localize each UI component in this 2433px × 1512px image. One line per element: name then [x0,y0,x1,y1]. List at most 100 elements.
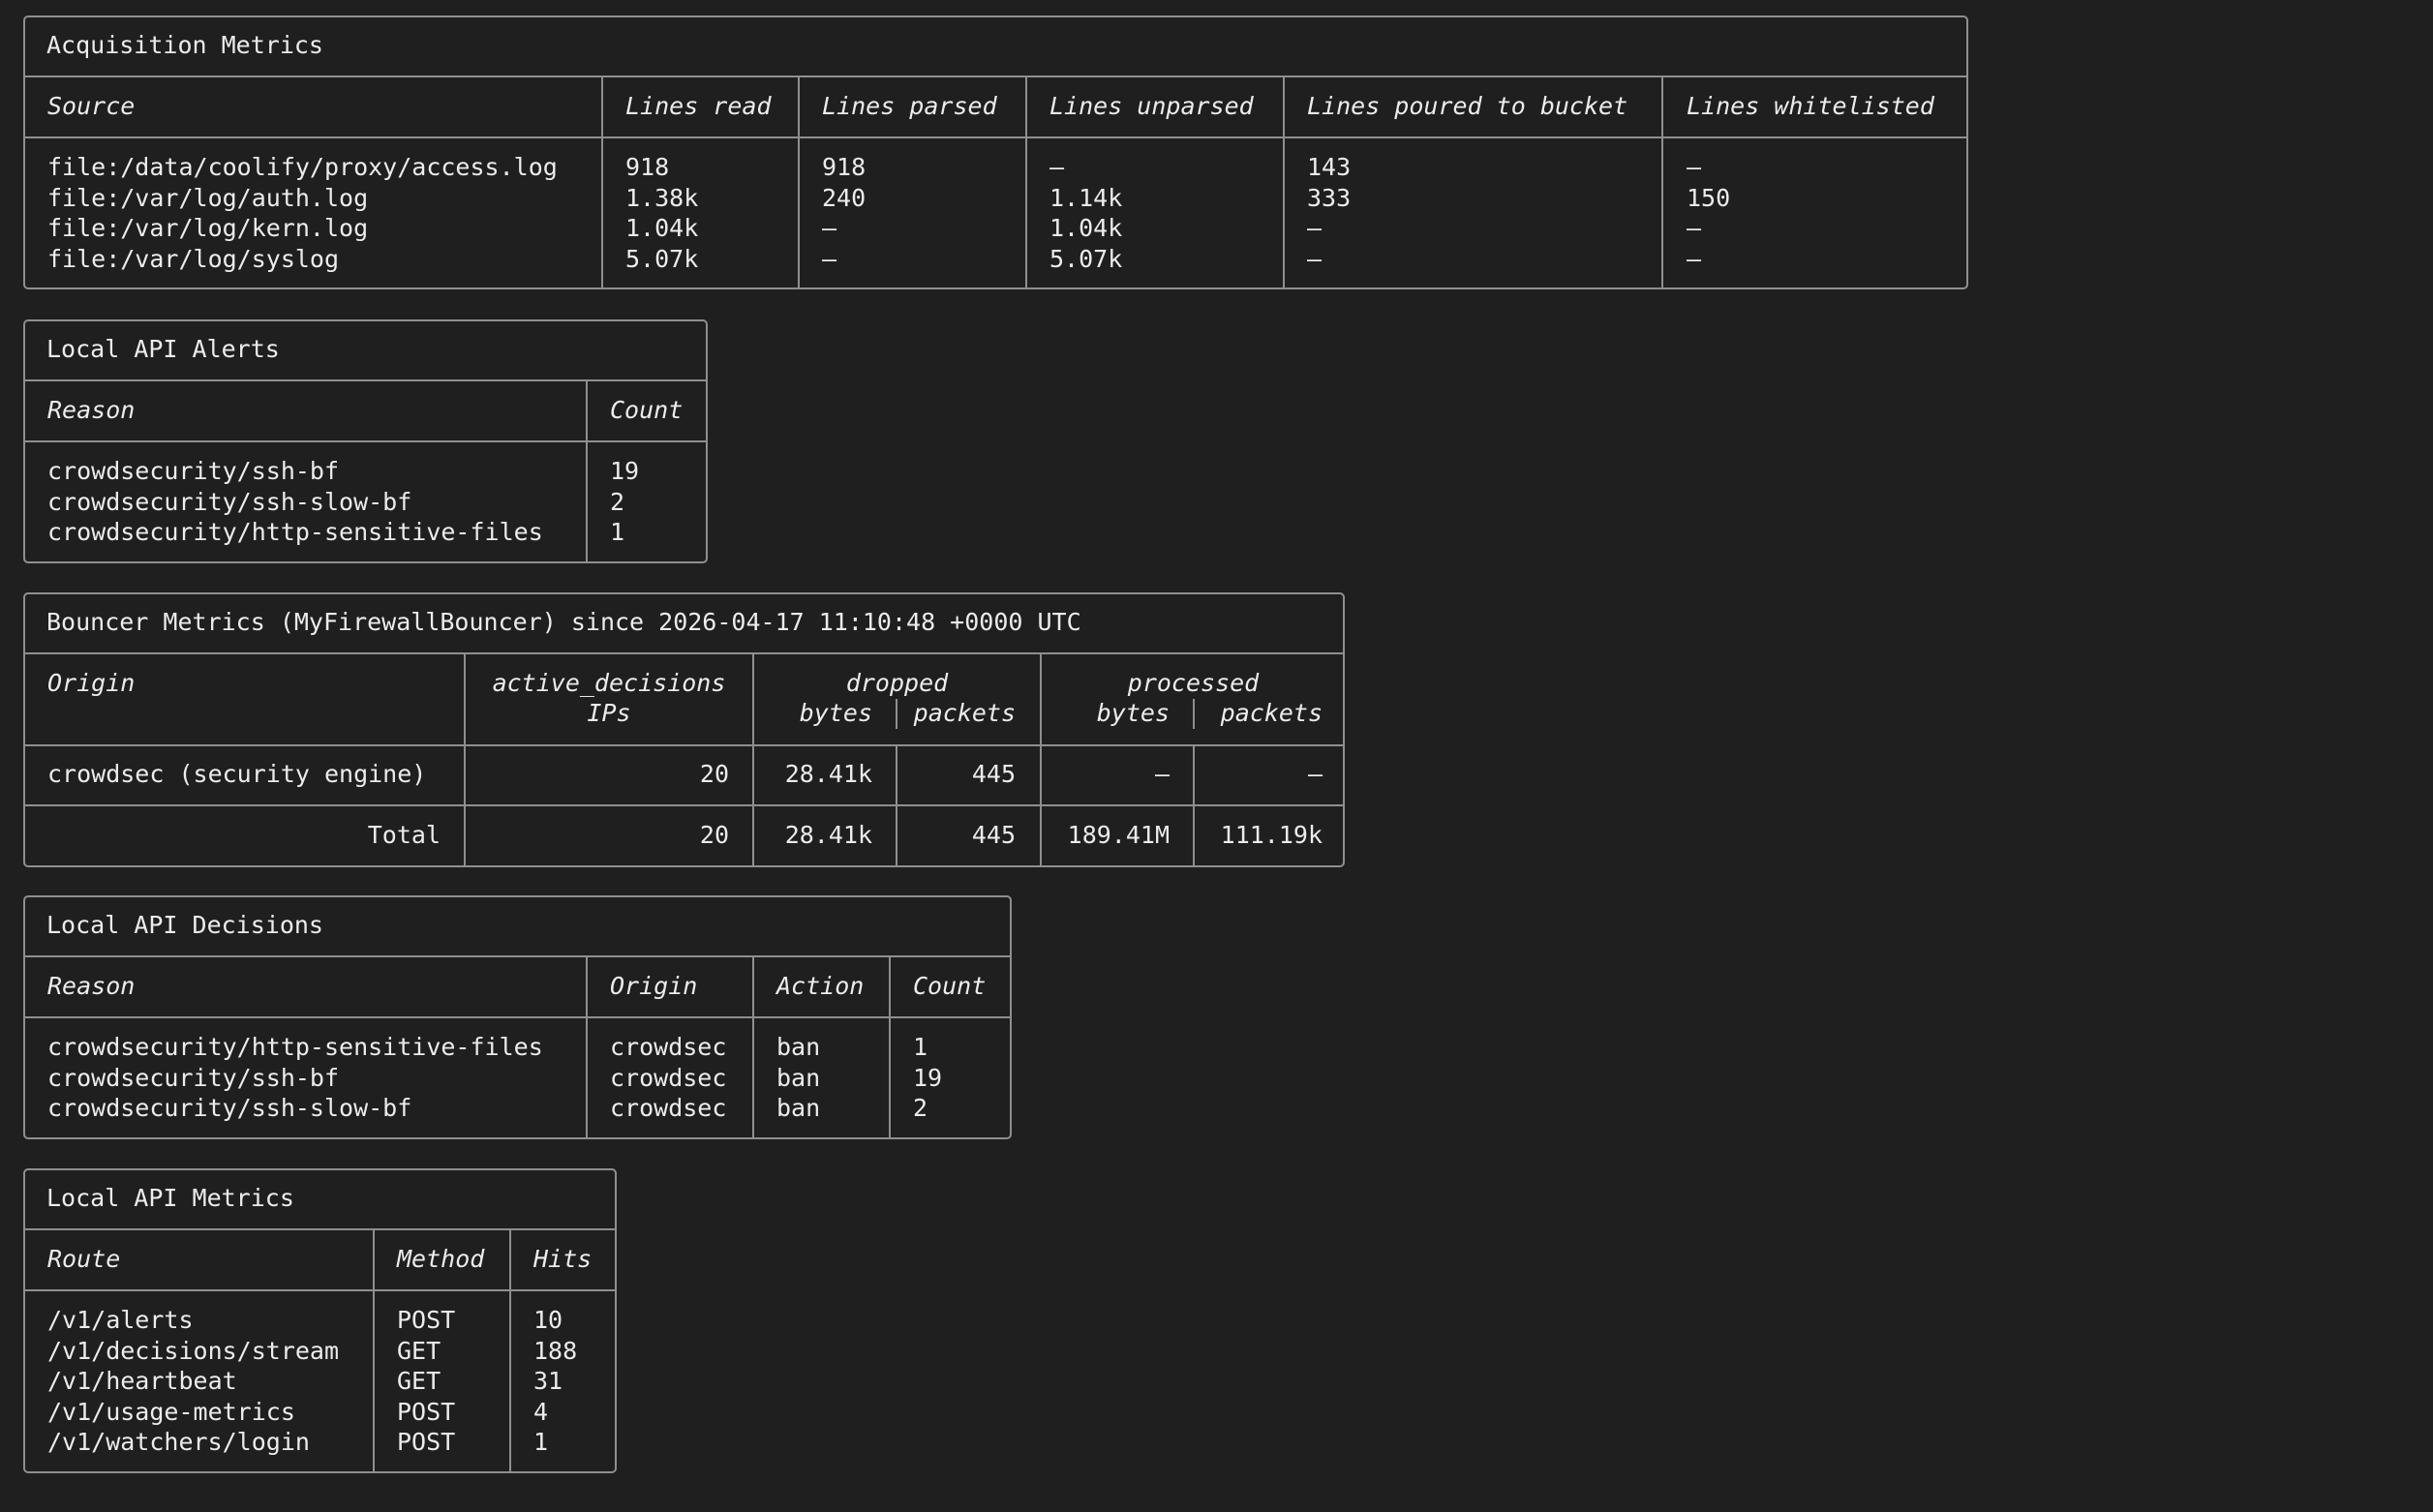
table-cell-lines-poured: – [1307,245,1323,273]
table-cell-source: file:/var/log/kern.log [47,214,369,242]
header-divider [25,1289,615,1291]
table-cell-dropped-packets: 445 [971,760,1016,788]
table-cell-count: 1 [610,518,625,546]
table-cell-hits: 4 [533,1398,549,1426]
table-cell-method: POST [397,1398,456,1426]
column-divider [1283,77,1285,287]
column-header-lines-read: Lines read [625,92,772,120]
column-header-method: Method [397,1245,485,1273]
table-cell-route: /v1/heartbeat [47,1367,237,1395]
column-header-dropped: dropped [845,669,949,697]
table-cell-lines-read: 1.38k [625,184,699,212]
local-api-decisions-table: Local API Decisions Reason Origin Action… [23,895,1012,1139]
column-header-origin: Origin [47,669,136,697]
table-cell-method: POST [397,1306,456,1334]
table-cell-hits: 188 [533,1337,578,1365]
table-cell-route: /v1/watchers/login [47,1428,310,1456]
bouncer-metrics-title: Bouncer Metrics (MyFirewallBouncer) sinc… [25,594,1343,654]
table-cell-count: 19 [913,1064,943,1092]
table-cell-hits: 1 [533,1428,549,1456]
table-cell-origin: crowdsec (security engine) [47,760,427,788]
table-cell-processed-bytes: – [1154,760,1170,788]
table-cell-lines-unparsed: 5.07k [1049,245,1123,273]
table-cell-reason: crowdsecurity/ssh-slow-bf [47,488,412,516]
table-cell-ips: 20 [699,760,729,788]
table-cell-lines-parsed: – [822,245,837,273]
table-cell-lines-poured: 333 [1307,184,1352,212]
column-divider [798,77,800,287]
total-processed-bytes: 189.41M [1067,821,1170,849]
table-cell-origin: crowdsec [610,1033,727,1061]
table-cell-lines-parsed: 240 [822,184,867,212]
column-header-processed-packets: packets [1220,699,1323,727]
total-dropped-bytes: 28.41k [784,821,872,849]
acquisition-metrics-table: Acquisition Metrics Source Lines read Li… [23,15,1968,289]
table-cell-count: 2 [610,488,625,516]
table-cell-method: GET [397,1337,441,1365]
total-dropped-packets: 445 [971,821,1016,849]
table-cell-lines-poured: 143 [1307,153,1352,181]
table-cell-processed-packets: – [1307,760,1323,788]
table-cell-lines-whitelisted: 150 [1687,184,1731,212]
column-header-source: Source [47,92,136,120]
table-cell-lines-poured: – [1307,214,1323,242]
column-header-active-decisions: active_decisions [492,669,726,697]
column-divider [373,1230,375,1471]
table-cell-reason: crowdsecurity/http-sensitive-files [47,1033,543,1061]
table-cell-lines-unparsed: – [1049,153,1065,181]
header-divider [25,136,1966,138]
table-cell-lines-unparsed: 1.04k [1049,214,1123,242]
table-cell-reason: crowdsecurity/ssh-bf [47,457,340,485]
table-cell-source: file:/data/coolify/proxy/access.log [47,153,558,181]
table-cell-origin: crowdsec [610,1094,727,1122]
total-label: Total [367,821,441,849]
table-cell-lines-parsed: – [822,214,837,242]
column-divider [1661,77,1663,287]
column-header-count: Count [610,396,684,424]
table-cell-lines-unparsed: 1.14k [1049,184,1123,212]
table-cell-lines-whitelisted: – [1687,214,1702,242]
table-cell-method: POST [397,1428,456,1456]
column-header-dropped-packets: packets [913,699,1016,727]
column-divider [1025,77,1027,287]
table-cell-count: 19 [610,457,640,485]
table-cell-lines-whitelisted: – [1687,245,1702,273]
total-processed-packets: 111.19k [1220,821,1323,849]
table-cell-action: ban [776,1094,821,1122]
column-header-ips: IPs [587,699,631,727]
column-header-processed: processed [1127,669,1260,697]
column-header-hits: Hits [533,1245,593,1273]
table-cell-origin: crowdsec [610,1064,727,1092]
column-header-route: Route [47,1245,121,1273]
total-ips: 20 [699,821,729,849]
table-cell-count: 1 [913,1033,928,1061]
acquisition-metrics-title: Acquisition Metrics [25,17,1966,77]
table-cell-count: 2 [913,1094,928,1122]
table-cell-source: file:/var/log/auth.log [47,184,369,212]
local-api-alerts-table: Local API Alerts Reason Count crowdsecur… [23,319,708,563]
table-cell-action: ban [776,1064,821,1092]
column-header-dropped-bytes: bytes [799,699,872,727]
column-header-lines-poured: Lines poured to bucket [1307,92,1628,120]
table-cell-method: GET [397,1367,441,1395]
column-divider [586,381,588,561]
table-cell-route: /v1/alerts [47,1306,194,1334]
table-cell-hits: 31 [533,1367,563,1395]
table-cell-lines-read: 918 [625,153,670,181]
table-cell-action: ban [776,1033,821,1061]
table-cell-lines-whitelisted: – [1687,153,1702,181]
column-header-processed-bytes: bytes [1096,699,1170,727]
local-api-alerts-title: Local API Alerts [25,321,706,381]
table-cell-hits: 10 [533,1306,563,1334]
column-header-origin: Origin [610,972,698,1000]
local-api-metrics-table: Local API Metrics Route Method Hits /v1/… [23,1168,617,1473]
table-cell-lines-parsed: 918 [822,153,867,181]
header-divider [25,440,706,442]
total-divider [25,804,1343,806]
header-divider [25,1016,1010,1018]
column-divider [509,1230,511,1471]
column-divider [889,957,891,1137]
column-header-reason: Reason [47,396,136,424]
table-cell-lines-read: 5.07k [625,245,699,273]
local-api-decisions-title: Local API Decisions [25,897,1010,957]
